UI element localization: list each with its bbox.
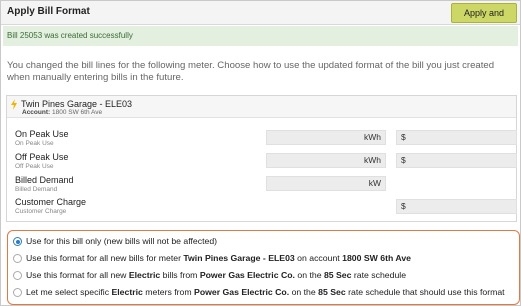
bill-line-label: Off Peak Use xyxy=(15,152,69,162)
bill-line-row: Customer Charge Customer Charge $ xyxy=(15,197,517,217)
bill-line-sublabel: On Peak Use xyxy=(15,140,54,147)
dialog-title: Apply Bill Format xyxy=(7,6,90,17)
option-label: Let me select specific Electric meters f… xyxy=(26,287,505,297)
bill-line-label: Customer Charge xyxy=(15,197,87,207)
usage-input[interactable]: kWh xyxy=(266,130,386,145)
bill-line-row: On Peak Use On Peak Use kWh $ xyxy=(15,129,517,149)
charge-input[interactable]: $ xyxy=(396,130,517,145)
meter-name: Twin Pines Garage - ELE03 xyxy=(21,99,133,109)
dialog-header: Apply Bill Format Apply and Close xyxy=(1,1,520,36)
apply-and-close-button[interactable]: Apply and Close xyxy=(451,3,517,36)
bill-line-label: Billed Demand xyxy=(15,175,74,185)
option-label: Use this format for all new Electric bil… xyxy=(26,270,407,280)
bill-line-row: Off Peak Use Off Peak Use kWh $ xyxy=(15,152,517,172)
radio-selected[interactable] xyxy=(13,237,22,246)
lightning-bolt-icon xyxy=(11,99,17,110)
option-select-specific-meters[interactable]: Let me select specific Electric meters f… xyxy=(13,287,518,300)
option-all-electric-bills[interactable]: Use this format for all new Electric bil… xyxy=(13,270,518,283)
account-value: 1800 SW 6th Ave xyxy=(51,109,103,116)
charge-input[interactable]: $ xyxy=(396,199,517,214)
radio-unselected[interactable] xyxy=(13,288,22,297)
bill-line-sublabel: Billed Demand xyxy=(15,186,58,193)
option-label: Use this format for all new bills for me… xyxy=(26,253,411,263)
meter-header: Twin Pines Garage - ELE03 Account: 1800 … xyxy=(7,96,516,118)
apply-bill-format-dialog: Apply Bill Format Apply and Close Bill 2… xyxy=(0,0,521,306)
bill-line-sublabel: Customer Charge xyxy=(15,208,67,215)
success-message: Bill 25053 was created successfully xyxy=(3,26,518,46)
option-meter-account[interactable]: Use this format for all new bills for me… xyxy=(13,253,518,266)
bill-line-label: On Peak Use xyxy=(15,129,69,139)
charge-input[interactable]: $ xyxy=(396,153,517,168)
account-label: Account: xyxy=(22,109,51,116)
option-this-bill-only[interactable]: Use for this bill only (new bills will n… xyxy=(13,236,518,249)
format-options-group: Use for this bill only (new bills will n… xyxy=(7,230,520,305)
radio-unselected[interactable] xyxy=(13,254,22,263)
radio-unselected[interactable] xyxy=(13,271,22,280)
usage-input[interactable]: kWh xyxy=(266,153,386,168)
option-label: Use for this bill only (new bills will n… xyxy=(26,236,218,246)
meter-account: Account: 1800 SW 6th Ave xyxy=(22,109,102,116)
demand-input[interactable]: kW xyxy=(266,176,386,191)
instructions-text: You changed the bill lines for the follo… xyxy=(7,60,495,83)
bill-line-sublabel: Off Peak Use xyxy=(15,163,54,170)
meter-panel: Twin Pines Garage - ELE03 Account: 1800 … xyxy=(6,95,517,222)
bill-line-row: Billed Demand Billed Demand kW xyxy=(15,175,510,195)
